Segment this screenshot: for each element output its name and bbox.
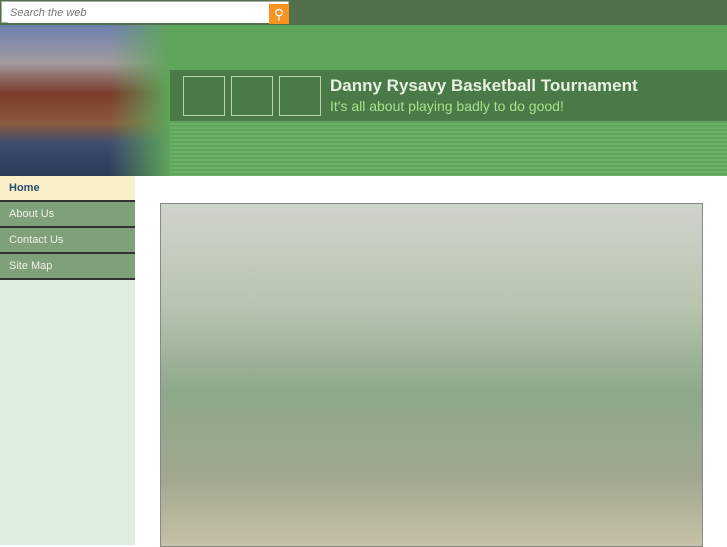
search-icon: ⚲ <box>273 6 285 22</box>
search-input[interactable] <box>8 3 272 23</box>
sidebar-nav: Home About Us Contact Us Site Map <box>0 176 135 545</box>
site-header: Danny Rysavy Basketball Tournament It's … <box>0 25 727 176</box>
site-title: Danny Rysavy Basketball Tournament <box>330 76 638 95</box>
site-tagline: It's all about playing badly to do good! <box>330 98 564 114</box>
nav-about-us[interactable]: About Us <box>0 202 135 228</box>
basketball-photo <box>160 203 703 547</box>
decorative-square <box>231 76 273 116</box>
top-bar: ⚲ <box>0 0 727 25</box>
decorative-square <box>183 76 225 116</box>
nav-home[interactable]: Home <box>0 176 135 202</box>
header-castle-image <box>0 25 170 176</box>
decorative-square <box>279 76 321 116</box>
nav-contact-us[interactable]: Contact Us <box>0 228 135 254</box>
search-button[interactable]: ⚲ <box>269 4 289 24</box>
search-box: ⚲ <box>1 1 289 24</box>
nav-site-map[interactable]: Site Map <box>0 254 135 280</box>
